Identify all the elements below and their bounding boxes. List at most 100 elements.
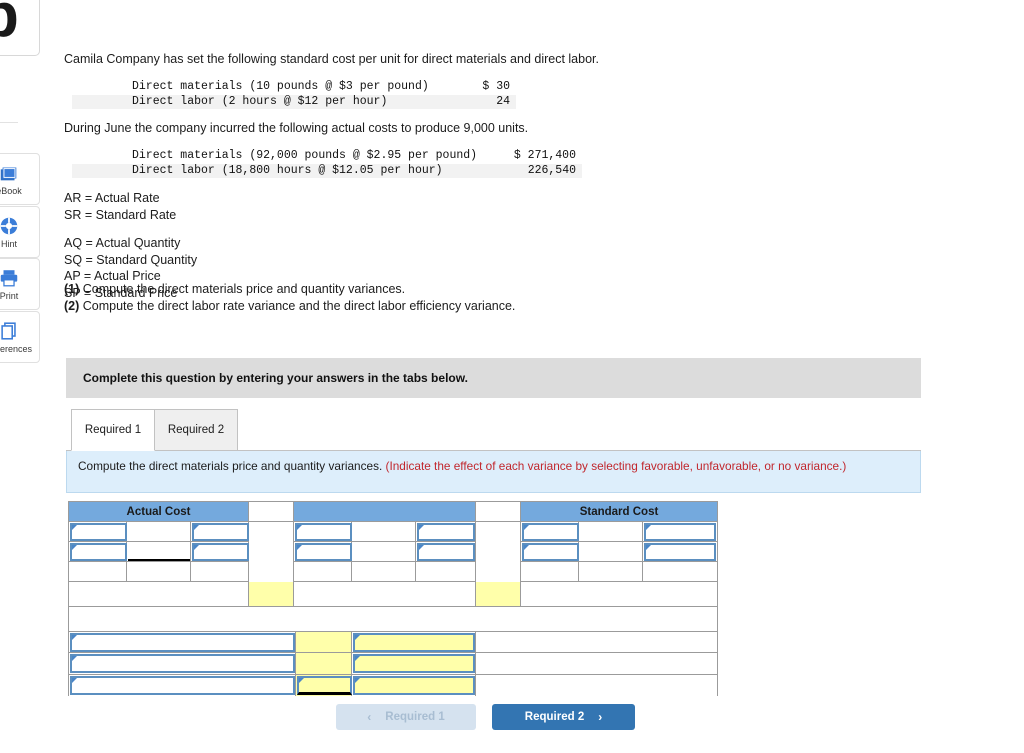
tab-bar: Required 1 Required 2 (66, 409, 921, 451)
grid-spacer-row (69, 607, 717, 632)
rail-item-ebook[interactable]: eBook (0, 153, 40, 205)
standard-cost-label: Direct labor (2 hours @ $12 per hour) (132, 94, 388, 108)
field-actual-r2c1[interactable] (70, 543, 127, 561)
left-toolbar: b eBook Hint (0, 0, 41, 753)
requirement-text: Compute the direct labor rate variance a… (79, 298, 516, 313)
field-variance-effect-2[interactable] (353, 654, 475, 673)
standard-cost-row: Direct labor (2 hours @ $12 per hour) 24 (72, 94, 516, 110)
grid-cell (579, 542, 643, 562)
grid-cell-yellow-left[interactable] (249, 582, 294, 607)
grid-cell (69, 562, 127, 582)
field-middle-r2c1[interactable] (295, 543, 352, 561)
field-variance-label-1[interactable] (70, 633, 295, 652)
field-variance-amount-3[interactable] (297, 676, 352, 695)
grid-gap (476, 522, 521, 542)
rail-label-ebook: eBook (0, 186, 22, 196)
tab-required-1[interactable]: Required 1 (71, 409, 155, 451)
references-icon (0, 320, 20, 342)
instruction-banner-text: Complete this question by entering your … (83, 371, 468, 385)
field-actual-r1c1[interactable] (70, 523, 127, 541)
ebook-icon (0, 162, 20, 184)
definition-line: AR = Actual Rate (64, 191, 160, 205)
field-middle-r2c3[interactable] (417, 543, 475, 561)
tab-required-2[interactable]: Required 2 (154, 409, 238, 451)
rail-label-references: References (0, 344, 33, 354)
answer-grid: Actual Cost Standard Cost (68, 501, 718, 696)
grid-gap (249, 522, 294, 542)
field-variance-effect-3[interactable] (353, 676, 475, 695)
actual-cost-label: Direct materials (92,000 pounds @ $2.95 … (132, 149, 478, 162)
grid-gap (249, 562, 294, 582)
actual-cost-row: Direct labor (18,800 hours @ $12.05 per … (72, 163, 582, 179)
standard-cost-amount: 24 (496, 94, 510, 108)
grid-cell (352, 542, 416, 562)
grid-cell (352, 562, 416, 582)
field-variance-effect-1[interactable] (353, 633, 475, 652)
task-prompt: Compute the direct materials price and q… (66, 451, 921, 493)
grid-header-actual-cost: Actual Cost (69, 502, 249, 522)
dropdown-marker-icon (297, 525, 302, 530)
grid-gap (476, 542, 521, 562)
rail-item-references[interactable]: References (0, 311, 40, 363)
field-variance-label-3[interactable] (70, 676, 295, 695)
rail-label-print: Print (0, 291, 19, 301)
standard-cost-table: Direct materials (10 pounds @ $3 per pou… (72, 80, 516, 110)
dropdown-marker-icon (194, 545, 199, 550)
field-middle-r1c1[interactable] (295, 523, 352, 541)
prev-required-label: Required 1 (385, 711, 445, 723)
grid-header-middle (294, 502, 476, 522)
grid-cell-yellow-right[interactable] (476, 582, 521, 607)
grid-cell-variance-blank-2 (476, 653, 717, 675)
standard-cost-amount: $ 30 (482, 80, 510, 93)
field-standard-r1c1[interactable] (522, 523, 579, 541)
actual-cost-amount: $ 271,400 (513, 149, 576, 162)
dropdown-marker-icon (355, 635, 360, 640)
actual-cost-row: Direct materials (92,000 pounds @ $2.95 … (72, 149, 582, 164)
actual-cost-label: Direct labor (18,800 hours @ $12.05 per … (132, 163, 443, 177)
dropdown-marker-icon (299, 678, 304, 683)
dropdown-marker-icon (419, 525, 424, 530)
intro-paragraph: Camila Company has set the following sta… (64, 52, 599, 66)
grid-cell (579, 522, 643, 542)
instruction-banner: Complete this question by entering your … (66, 358, 921, 398)
field-variance-label-2[interactable] (70, 654, 295, 673)
dropdown-marker-icon (72, 678, 77, 683)
requirement-item: (1) Compute the direct materials price a… (64, 281, 515, 298)
field-standard-r1c3[interactable] (644, 523, 716, 541)
tab-required-2-label: Required 2 (167, 424, 225, 436)
field-actual-r1c3[interactable] (192, 523, 249, 541)
field-standard-r2c3[interactable] (644, 543, 716, 561)
grid-cell (643, 562, 717, 582)
requirement-number: (2) (64, 298, 80, 313)
actual-cost-table: Direct materials (92,000 pounds @ $2.95 … (72, 149, 582, 179)
next-required-label: Required 2 (524, 711, 585, 723)
task-prompt-text: Compute the direct materials price and q… (78, 459, 908, 474)
grid-cell-variance-blank-3 (476, 675, 717, 696)
standard-cost-label: Direct materials (10 pounds @ $3 per pou… (132, 80, 429, 93)
rail-label-hint: Hint (0, 239, 17, 249)
chevron-right-icon: › (598, 710, 603, 724)
rail-item-hint[interactable]: Hint (0, 206, 40, 258)
field-actual-r2c3[interactable] (192, 543, 249, 561)
rail-item-print[interactable]: Print (0, 258, 40, 310)
definition-line: AQ = Actual Quantity (64, 236, 181, 250)
grid-cell (352, 522, 416, 542)
dropdown-marker-icon (355, 678, 360, 683)
app-logo: b (0, 0, 40, 56)
next-required-button[interactable]: Required 2 › (492, 704, 635, 730)
grid-cell (579, 562, 643, 582)
dropdown-marker-icon (419, 545, 424, 550)
definitions-rates: AR = Actual Rate SR = Standard Rate (64, 190, 176, 223)
field-standard-r2c1[interactable] (522, 543, 579, 561)
dropdown-marker-icon (72, 656, 77, 661)
definition-line: SR = Standard Rate (64, 207, 177, 222)
grid-cell (521, 562, 579, 582)
grid-cell (294, 562, 352, 582)
prev-required-button[interactable]: ‹ Required 1 (336, 704, 476, 730)
print-icon (0, 267, 20, 289)
rail-divider (0, 122, 18, 123)
grid-cell-total-standard (521, 582, 717, 607)
grid-gap (476, 562, 521, 582)
dropdown-marker-icon (72, 635, 77, 640)
field-middle-r1c3[interactable] (417, 523, 475, 541)
